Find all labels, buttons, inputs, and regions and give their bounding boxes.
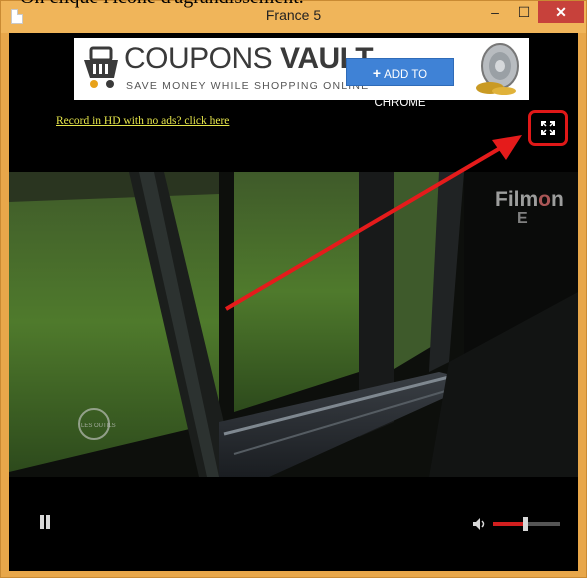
coin-vault-icon [476,43,519,95]
plus-icon: + [372,65,382,81]
fullscreen-button[interactable] [528,110,568,146]
add-to-chrome-button[interactable]: + ADD TO CHROME [346,58,454,109]
volume-icon[interactable] [472,517,488,531]
ad-banner[interactable]: COUPONS VAULT SAVE MONEY WHILE SHOPPING … [74,38,529,109]
player-controls [9,505,578,545]
filmon-watermark: Filmon [495,188,564,211]
record-hd-link[interactable]: Record in HD with no ads? click here [56,115,229,127]
maximize-button[interactable]: ☐ [509,1,539,23]
pause-icon-bar-right [46,515,50,529]
shopping-cart-icon [84,46,118,88]
minimize-button[interactable]: – [480,1,510,23]
tutorial-caption: On clique l'icône d'agrandissement. [20,0,304,9]
volume-slider[interactable] [493,517,560,531]
video-frame[interactable]: LES OUTILS Filmon E [9,172,578,477]
volume-level [493,522,525,526]
volume-knob[interactable] [522,517,528,531]
expand-icon [541,121,555,135]
app-window: France 5 – ☐ ✕ COUPONS VAULT SAVE MONEY … [0,0,587,578]
svg-text:LES OUTILS: LES OUTILS [81,423,116,429]
pause-icon-bar-left [40,515,44,529]
pause-button[interactable] [39,515,53,531]
player-page: COUPONS VAULT SAVE MONEY WHILE SHOPPING … [9,33,578,571]
ad-brand: COUPONS VAULT [124,42,374,75]
filmon-watermark-e: E [517,210,528,227]
close-button[interactable]: ✕ [538,1,584,23]
ad-tagline: SAVE MONEY WHILE SHOPPING ONLINE [126,80,370,92]
video-scene: LES OUTILS [9,172,578,477]
